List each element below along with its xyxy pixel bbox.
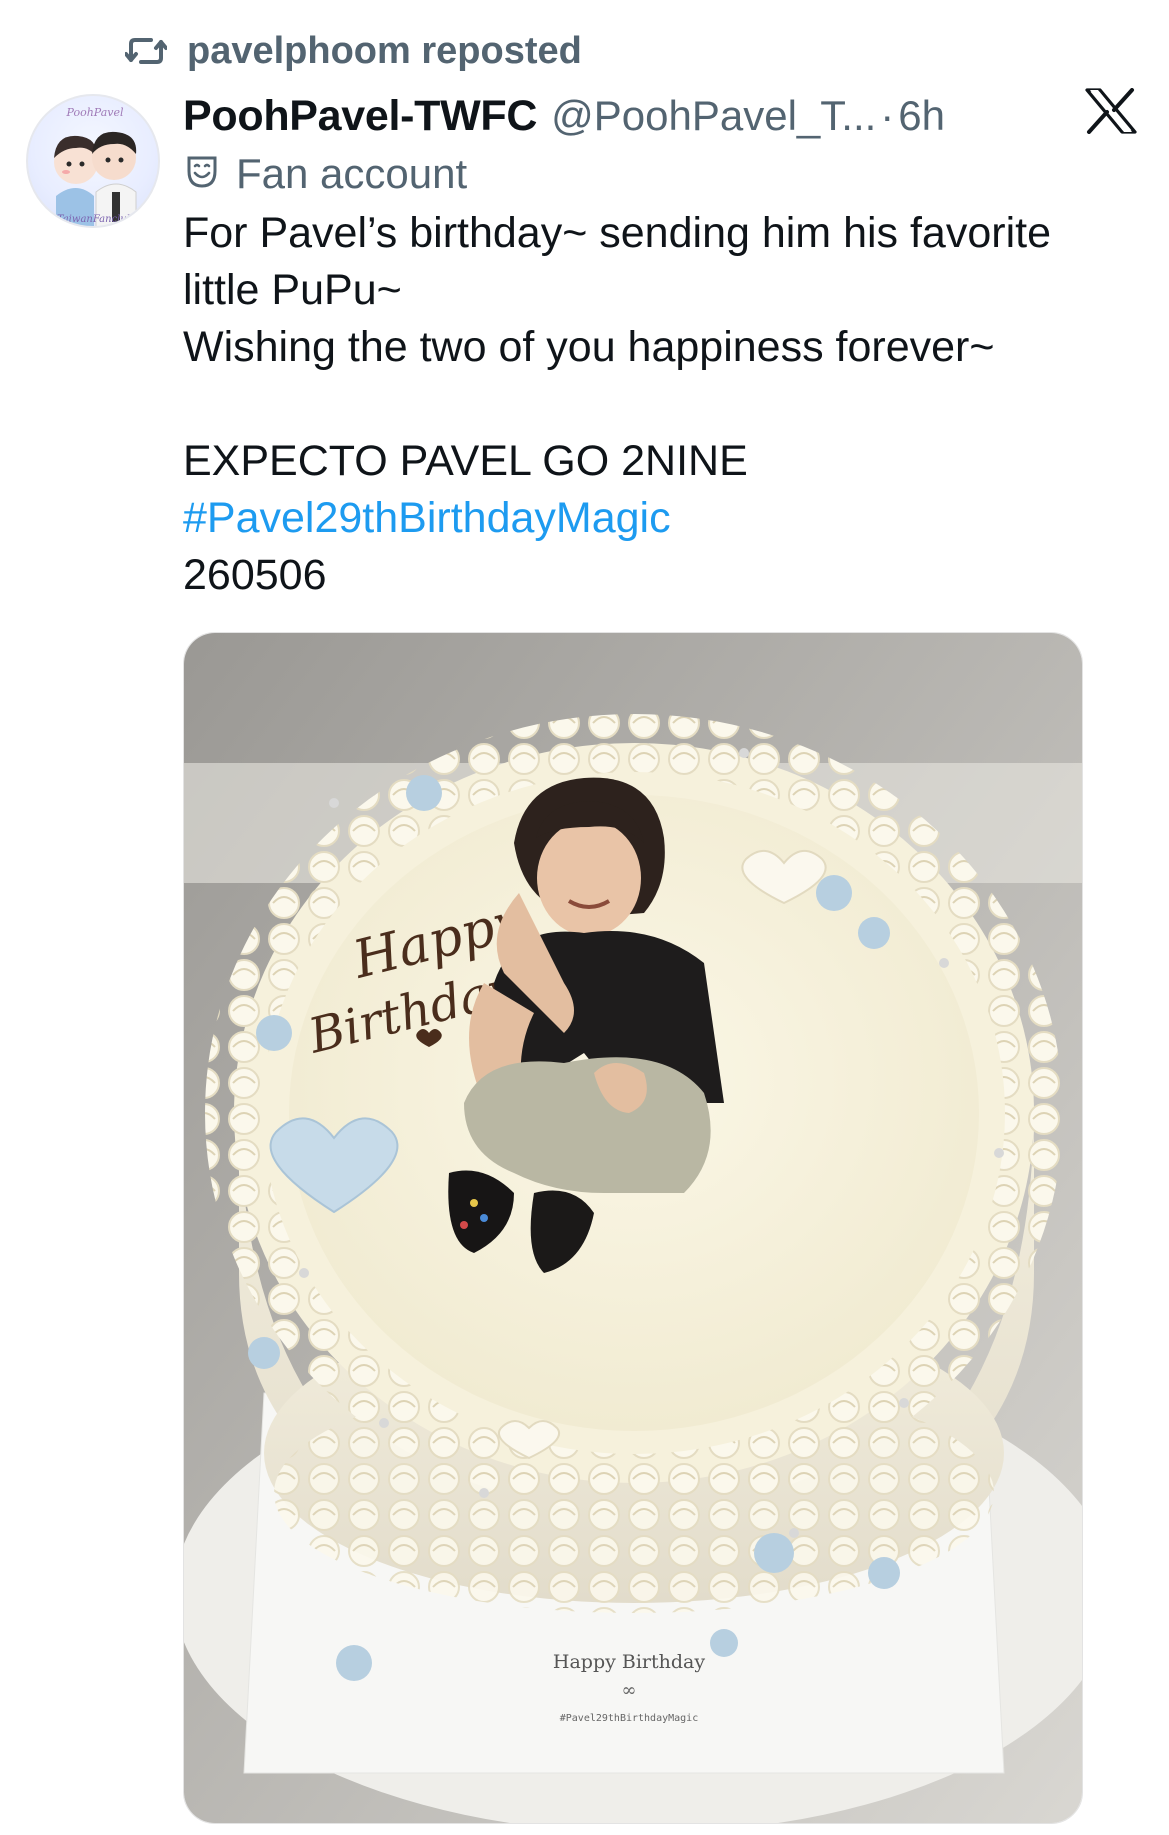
- board-hashtag: #Pavel29thBirthdayMagic: [560, 1713, 698, 1724]
- theater-mask-icon: [186, 155, 218, 194]
- avatar-text-bottom: TaiwanFanclub: [57, 214, 133, 225]
- tweet-header: PoohPavel-TWFC @PoohPavel_T... · 6h: [183, 88, 945, 144]
- tweet-line-3: Wishing the two of you happiness forever…: [183, 323, 995, 371]
- bow-icon: ∞: [622, 1680, 637, 1701]
- tweet-line-2: little PuPu~: [183, 266, 402, 314]
- tweet-card[interactable]: pavelphoom reposted PoohPavel TaiwanFanc…: [0, 0, 1169, 1835]
- repost-icon: [125, 34, 167, 68]
- tweet-line-4: EXPECTO PAVEL GO 2NINE: [183, 437, 748, 485]
- fan-account-label: Fan account: [236, 150, 468, 197]
- avatar[interactable]: PoohPavel TaiwanFanclub: [26, 94, 160, 228]
- timestamp[interactable]: 6h: [898, 92, 945, 140]
- user-handle[interactable]: @PoohPavel_T...: [551, 92, 876, 140]
- tweet-line-1: For Pavel’s birthday~ sending him his fa…: [183, 209, 1051, 257]
- hashtag-link[interactable]: #Pavel29thBirthdayMagic: [183, 490, 1123, 547]
- tweet-text: For Pavel’s birthday~ sending him his fa…: [183, 205, 1123, 604]
- avatar-text-top: PoohPavel: [66, 106, 124, 119]
- repost-label[interactable]: pavelphoom reposted: [187, 30, 582, 73]
- display-name[interactable]: PoohPavel-TWFC: [183, 92, 537, 141]
- tweet-line-5: 260506: [183, 551, 327, 599]
- account-label: Fan account: [186, 148, 467, 200]
- tweet-photo[interactable]: Happy Birthday ∞ #Pavel29thBirthdayMagic: [183, 632, 1083, 1824]
- board-text: Happy Birthday: [553, 1651, 705, 1673]
- separator-dot: ·: [880, 92, 895, 139]
- repost-indicator: pavelphoom reposted: [125, 28, 582, 74]
- x-logo-icon: [1085, 88, 1137, 134]
